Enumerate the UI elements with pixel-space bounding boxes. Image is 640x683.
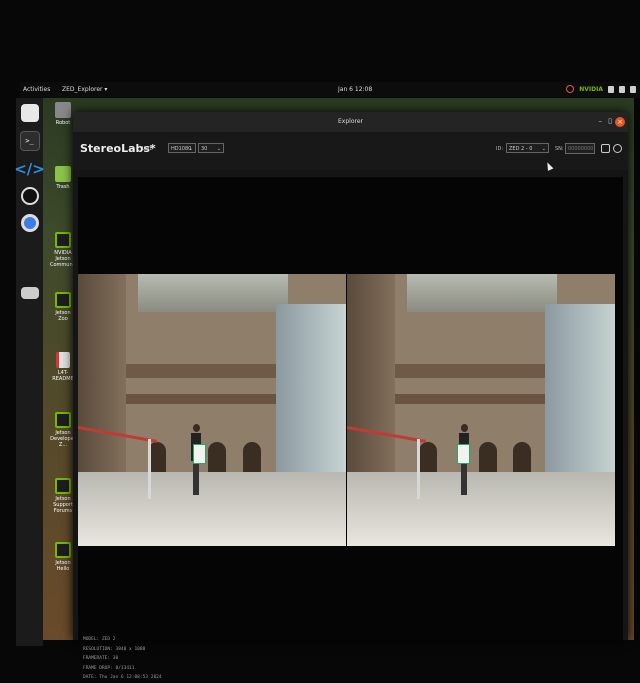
files-icon[interactable] xyxy=(20,104,39,122)
close-icon[interactable]: × xyxy=(615,117,625,127)
explorer-window: Explorer – ▯ × StereoLabs* LIVE HD1080 ⌄… xyxy=(73,112,628,680)
trash-icon xyxy=(55,166,71,182)
camera-select[interactable]: ZED 2 - 0 ⌄ xyxy=(506,143,549,153)
resolution-select[interactable]: HD1080 ⌄ xyxy=(168,143,196,153)
right-camera-view xyxy=(347,274,615,546)
top-panel: Activities ZED_Explorer ▾ Jan 6 12:08 NV… xyxy=(20,82,640,98)
fps-value: 30 xyxy=(201,146,208,152)
terminal-icon[interactable]: >_ xyxy=(19,131,40,151)
fps-select[interactable]: 30 ⌄ xyxy=(198,143,224,153)
desktop-icon-label: Jetson Zoo xyxy=(55,310,71,322)
info-resolution: RESOLUTION: 3840 x 1080 xyxy=(83,646,146,652)
vscode-icon[interactable]: </> xyxy=(14,160,45,178)
desktop-icon-label: Jetson Hello xyxy=(55,560,71,572)
desktop-icon-label: Robot xyxy=(55,120,71,126)
nvidia-icon xyxy=(55,542,71,558)
document-icon xyxy=(56,352,70,368)
video-viewer: MODEL: ZED 2 RESOLUTION: 3840 x 1080 FRA… xyxy=(78,177,623,680)
info-framerate: FRAMERATE: 30 xyxy=(83,656,119,661)
activities-button[interactable]: Activities xyxy=(23,86,50,93)
sn-label: SN: xyxy=(555,146,564,152)
info-frame-drop: FRAME DROP: 0/13411 xyxy=(83,665,135,671)
volume-icon[interactable] xyxy=(619,85,625,93)
left-camera-view xyxy=(78,274,346,546)
id-label: ID: xyxy=(496,146,504,152)
nvidia-icon xyxy=(55,412,71,428)
clock[interactable]: Jan 6 12:08 xyxy=(338,86,372,93)
minimize-icon[interactable]: – xyxy=(599,118,603,125)
maximize-icon[interactable]: ▯ xyxy=(608,118,612,125)
record-icon[interactable] xyxy=(601,144,610,153)
camera-value: ZED 2 - 0 xyxy=(509,146,533,152)
chromium-icon[interactable] xyxy=(20,214,39,232)
desktop-icon-label: Jetson Developer Z... xyxy=(50,430,76,448)
window-titlebar[interactable]: Explorer – ▯ × xyxy=(73,112,628,132)
desktop-icon-label: L4T-README xyxy=(52,370,74,382)
chevron-down-icon: ⌄ xyxy=(216,146,221,152)
power-icon[interactable] xyxy=(630,85,636,93)
nvidia-icon xyxy=(55,232,71,248)
settings-gear-icon[interactable] xyxy=(613,144,622,153)
nvidia-icon xyxy=(55,292,71,308)
disk-icon[interactable] xyxy=(20,287,39,299)
app-menu[interactable]: ZED_Explorer ▾ xyxy=(62,86,107,93)
nvidia-icon xyxy=(55,478,71,494)
obs-icon[interactable] xyxy=(20,187,39,205)
network-icon[interactable] xyxy=(608,85,614,93)
chevron-down-icon: ⌄ xyxy=(188,146,193,152)
system-tray[interactable]: NVIDIA xyxy=(566,85,636,93)
camera-info: MODEL: ZED 2 RESOLUTION: 3840 x 1080 FRA… xyxy=(83,635,162,683)
folder-icon xyxy=(55,102,71,118)
update-icon[interactable] xyxy=(566,85,575,93)
dock: >_ </> xyxy=(14,98,45,646)
desktop-icon-label: Jetson Support Forums xyxy=(53,496,73,514)
chevron-down-icon: ⌄ xyxy=(541,146,546,152)
desktop-icon-label: Trash xyxy=(56,184,70,190)
live-label: LIVE xyxy=(142,146,153,152)
serial-input[interactable]: 00000000 xyxy=(565,143,595,154)
info-date: DATE: Thu Jan 6 12:08:53 2024 xyxy=(83,675,162,680)
nvidia-tray[interactable]: NVIDIA xyxy=(579,86,603,93)
window-title: Explorer xyxy=(338,118,363,125)
